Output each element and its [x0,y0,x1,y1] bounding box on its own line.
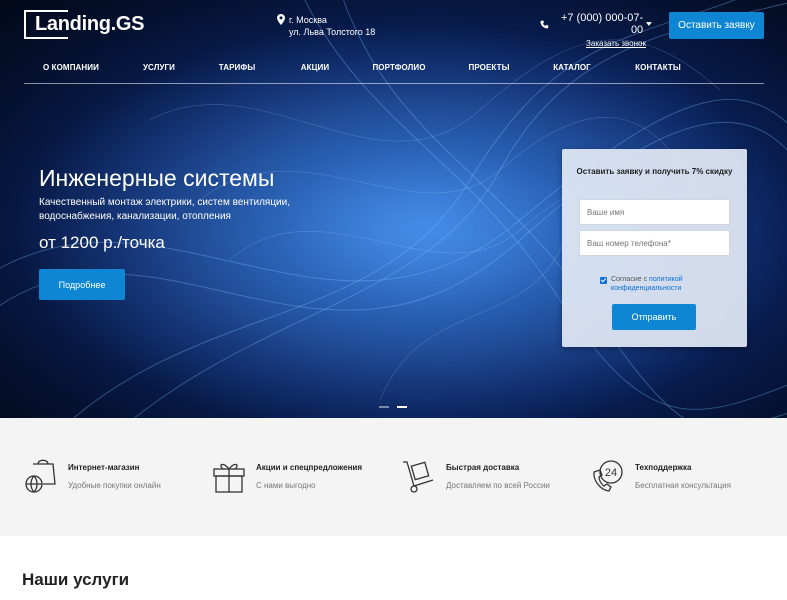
slider-dot[interactable] [379,406,389,408]
form-title: Оставить заявку и получить 7% скидку [576,167,733,176]
feature-desc: Доставляем по всей России [446,481,550,490]
nav-item-about[interactable]: О КОМПАНИИ [43,63,99,72]
callback-link[interactable]: Заказать звонок [540,39,652,48]
svg-text:24: 24 [605,467,617,479]
services-title: Наши услуги [22,570,130,589]
nav-item-catalog[interactable]: КАТАЛОГ [553,63,591,72]
logo[interactable]: Landing.GS [24,10,145,39]
feature-title: Быстрая доставка [446,463,520,472]
nav-item-services[interactable]: УСЛУГИ [143,63,175,72]
address-street: ул. Льва Толстого 18 [289,27,376,37]
logo-text: Landing.GS [35,13,145,35]
address-city: г. Москва [289,15,327,25]
feature-online-store: Интернет-магазин Удобные покупки онлайн [23,458,161,494]
feature-desc: Бесплатная консультация [635,481,731,490]
feature-support: 24 Техподдержка Бесплатная консультация [590,458,731,494]
nav-item-portfolio[interactable]: ПОРТФОЛИО [372,63,425,72]
feature-promotions: Акции и спецпредложения С нами выгодно [211,458,362,494]
address: г. Москва ул. Льва Толстого 18 [277,14,375,38]
main-nav: О КОМПАНИИ УСЛУГИ ТАРИФЫ АКЦИИ ПОРТФОЛИО… [24,60,764,84]
shopping-bag-globe-icon [25,459,56,493]
consent-row: Согласие с политикой конфиденциальности [600,275,740,293]
hero-title: Инженерные системы [39,165,275,191]
phone-input[interactable] [579,230,730,256]
slider-dot-active[interactable] [397,406,407,408]
nav-item-tariffs[interactable]: ТАРИФЫ [219,63,256,72]
feature-title: Акции и спецпредложения [256,463,362,472]
support-24-phone-icon: 24 [593,460,623,492]
feature-delivery: Быстрая доставка Доставляем по всей Росс… [401,458,550,494]
hero-subtitle: Качественный монтаж электрики, систем ве… [39,197,290,222]
nav-item-contacts[interactable]: КОНТАКТЫ [635,63,681,72]
hero-price: от 1200 р./точка [39,233,165,252]
feature-desc: Удобные покупки онлайн [68,481,161,490]
hand-truck-icon [403,461,434,493]
features-strip: Интернет-магазин Удобные покупки онлайн … [0,418,787,536]
phone-dropdown[interactable]: +7 (000) 000-07-00 [540,12,652,36]
consent-label: Согласие с политикой конфиденциальности [611,275,740,293]
request-form: Оставить заявку и получить 7% скидку Сог… [562,149,747,347]
hero-banner: Landing.GS г. Москва ул. Льва Толстого 1… [0,0,787,418]
submit-button[interactable]: Отправить [612,304,696,330]
phone-block: +7 (000) 000-07-00 Заказать звонок [540,12,652,48]
phone-icon [540,20,549,28]
gift-box-icon [213,463,245,493]
consent-text: Согласие с [611,276,650,283]
nav-item-promotions[interactable]: АКЦИИ [301,63,330,72]
feature-title: Техподдержка [635,463,692,472]
phone-number: +7 (000) 000-07-00 [560,12,644,36]
slider-dots [379,406,407,408]
leave-request-button[interactable]: Оставить заявку [669,12,764,39]
more-button[interactable]: Подробнее [39,269,125,300]
name-input[interactable] [579,199,730,225]
location-pin-icon [277,14,285,25]
feature-desc: С нами выгодно [256,481,316,490]
nav-item-projects[interactable]: ПРОЕКТЫ [468,63,509,72]
consent-checkbox[interactable] [600,277,607,284]
feature-title: Интернет-магазин [68,463,140,472]
chevron-down-icon [646,22,652,26]
